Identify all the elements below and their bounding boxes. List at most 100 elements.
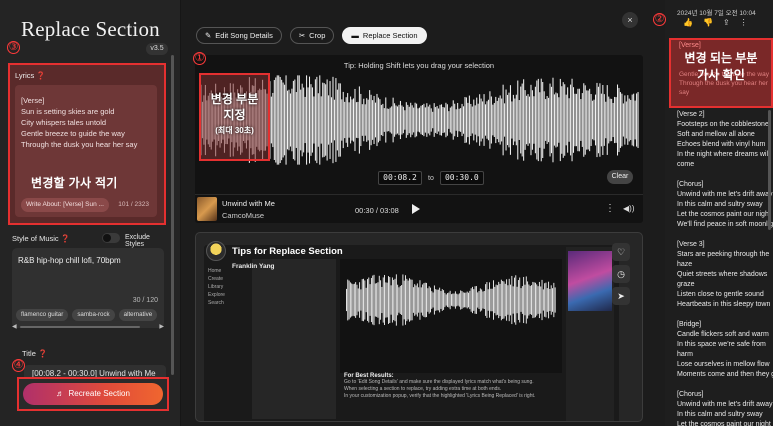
- end-time-field[interactable]: 00:30.0: [439, 171, 484, 185]
- waveform-bar: [443, 290, 445, 310]
- waveform-bar: [553, 94, 555, 146]
- selection-annotation: 변경 부분 지정 (최대 30초): [201, 91, 268, 139]
- style-chip[interactable]: alternative: [118, 309, 158, 321]
- waveform-bar: [548, 97, 550, 143]
- tips-side-icons: ♡ ◷ ➤: [612, 243, 630, 305]
- waveform-bar: [433, 103, 435, 137]
- waveform-bar: [496, 100, 498, 140]
- clock-icon[interactable]: ◷: [612, 265, 630, 283]
- waveform-bar: [474, 105, 476, 135]
- waveform-bar: [446, 104, 448, 136]
- waveform-bar: [270, 96, 272, 144]
- waveform-bar: [584, 85, 586, 155]
- waveform-bar: [370, 277, 372, 323]
- waveform-bar: [574, 93, 576, 147]
- help-icon[interactable]: ❓: [38, 349, 47, 358]
- write-about-button[interactable]: Write About: [Verse] Sun ...: [21, 198, 109, 212]
- waveform-bar: [348, 280, 350, 320]
- waveform-bar: [470, 288, 472, 312]
- thumbs-up-icon[interactable]: 👍: [683, 18, 693, 27]
- waveform-bar: [388, 108, 390, 132]
- recreate-section-button[interactable]: ♬ Recreate Section: [23, 383, 163, 405]
- avatar: [206, 241, 226, 261]
- waveform-bar: [593, 99, 595, 141]
- waveform-bar: [287, 90, 289, 150]
- time-range: 00:08.2 to 00:30.0: [378, 171, 484, 185]
- version-badge[interactable]: v3.5: [146, 43, 168, 55]
- waveform-bar: [499, 95, 501, 145]
- song-artist[interactable]: CamcoMuse: [222, 211, 264, 220]
- waveform-bar: [545, 99, 547, 141]
- waveform-bar: [369, 90, 371, 150]
- waveform-bar: [413, 107, 415, 133]
- waveform-bar: [373, 95, 375, 145]
- waveform-bar: [428, 286, 430, 314]
- share-icon[interactable]: ➤: [612, 287, 630, 305]
- style-input[interactable]: R&B hip-hop chill lofi, 70bpm 30 / 120 f…: [12, 248, 164, 328]
- left-scrollbar[interactable]: [171, 55, 174, 375]
- scroll-right-icon[interactable]: ▶: [159, 323, 164, 330]
- waveform-bar: [391, 277, 393, 323]
- waveform-bar: [487, 289, 489, 311]
- chip-scrollbar[interactable]: ◀ ▶: [12, 323, 164, 330]
- waveform-bar: [282, 82, 284, 158]
- waveform-bar: [445, 294, 447, 306]
- more-icon[interactable]: ⋮: [740, 18, 748, 27]
- waveform-bar: [339, 83, 341, 157]
- tips-header: Tips for Replace Section: [206, 241, 343, 261]
- waveform-bar: [301, 83, 303, 157]
- play-icon[interactable]: [412, 204, 420, 214]
- edit-song-details-button[interactable]: ✎ Edit Song Details: [196, 27, 282, 44]
- exclude-styles-toggle[interactable]: [102, 233, 120, 243]
- waveform-bar: [375, 102, 377, 138]
- song-cover[interactable]: [197, 197, 217, 221]
- waveform-bar: [511, 275, 513, 325]
- lyrics-preview-panel: 2024년 10월 7일 오전 10:04 👍 👎 ⇪ ⋮ [Verse] Ge…: [665, 0, 773, 426]
- replace-section-button[interactable]: ▬ Replace Section: [342, 27, 427, 44]
- waveform-bar: [523, 276, 525, 324]
- waveform-bar: [314, 79, 316, 161]
- waveform-bar: [295, 92, 297, 148]
- waveform-bar: [466, 291, 468, 309]
- song-title[interactable]: Unwind with Me: [222, 199, 275, 208]
- waveform-bar: [372, 100, 374, 140]
- waveform-bar: [637, 91, 639, 149]
- waveform-bar: [430, 108, 432, 132]
- volume-icon[interactable]: ◀)): [623, 204, 634, 213]
- clear-button[interactable]: Clear: [607, 170, 633, 184]
- help-icon[interactable]: ❓: [61, 234, 70, 243]
- heart-icon[interactable]: ♡: [612, 243, 630, 261]
- crop-button[interactable]: ✂ Crop: [289, 27, 335, 44]
- scroll-left-icon[interactable]: ◀: [12, 323, 17, 330]
- close-button[interactable]: ×: [622, 12, 638, 28]
- share-icon[interactable]: ⇪: [723, 18, 730, 27]
- help-icon[interactable]: ❓: [36, 71, 45, 80]
- waveform-bar: [439, 104, 441, 136]
- waveform-bar: [401, 285, 403, 315]
- style-chip[interactable]: samba-rock: [72, 309, 115, 321]
- verse-label: [Verse]: [679, 42, 701, 49]
- more-icon[interactable]: ⋮: [605, 203, 615, 214]
- waveform-bar: [364, 104, 366, 136]
- start-time-field[interactable]: 00:08.2: [378, 171, 422, 185]
- lyrics-textarea[interactable]: [Verse] Sun is setting skies are gold Ci…: [15, 85, 157, 217]
- waveform-bar: [559, 78, 561, 162]
- waveform-bar: [581, 93, 583, 147]
- waveform-bar: [481, 289, 483, 311]
- annotation-line-2: 가사 확인: [697, 68, 745, 82]
- waveform-bar: [320, 96, 322, 144]
- waveform-bar: [348, 102, 350, 138]
- waveform-bar: [611, 98, 613, 142]
- waveform-bar: [506, 279, 508, 321]
- title-label: Title ❓: [22, 349, 48, 358]
- waveform-bar: [319, 75, 321, 165]
- waveform-bar: [394, 103, 396, 137]
- waveform-bar: [372, 275, 374, 325]
- waveform-bar: [398, 104, 400, 136]
- right-scrollbar[interactable]: [768, 110, 771, 230]
- waveform-bar: [511, 101, 513, 139]
- selection-range[interactable]: 변경 부분 지정 (최대 30초): [199, 73, 270, 161]
- scroll-track[interactable]: [20, 326, 140, 328]
- thumbs-down-icon[interactable]: 👎: [703, 18, 713, 27]
- style-chip[interactable]: flamenco guitar: [16, 309, 69, 321]
